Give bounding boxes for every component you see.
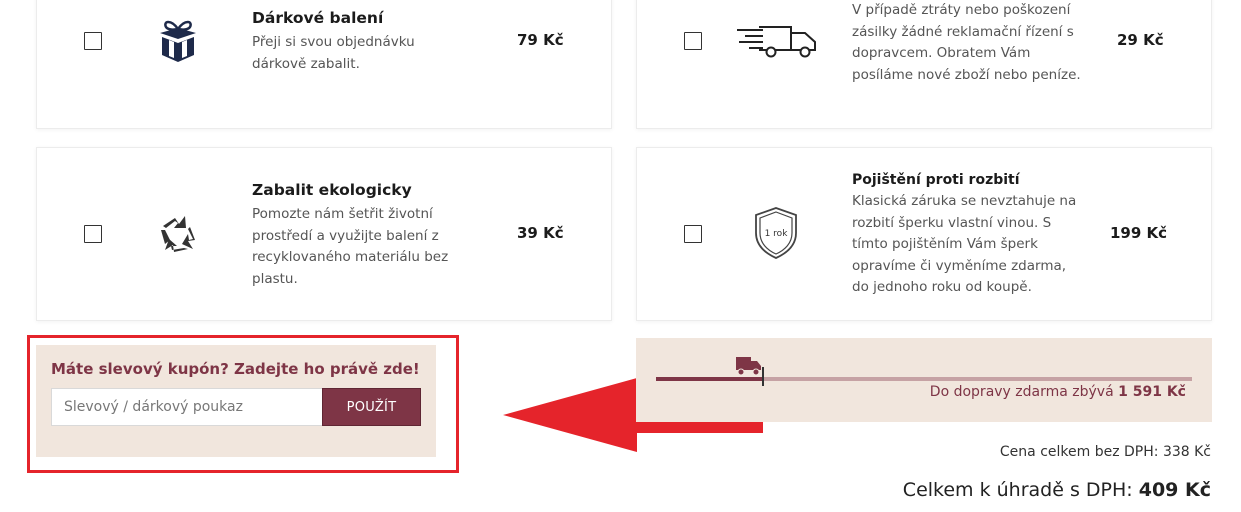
recycle-icon <box>155 212 199 260</box>
breakage-insurance-price: 199 Kč <box>1110 224 1168 242</box>
gift-wrap-description: Přeji si svou objednávku dárkově zabalit… <box>252 34 415 72</box>
eco-wrap-price: 39 Kč <box>517 224 564 242</box>
delivery-truck-icon <box>735 24 819 62</box>
coupon-code-input[interactable] <box>51 388 323 426</box>
total-net-label: Cena celkem bez DPH: <box>999 444 1159 460</box>
total-net-value: 338 Kč <box>1162 444 1211 460</box>
gift-wrap-price: 79 Kč <box>517 31 564 49</box>
apply-coupon-button[interactable]: POUŽÍT <box>322 388 421 426</box>
coupon-heading: Máte slevový kupón? Zadejte ho právě zde… <box>51 360 420 378</box>
shipping-truck-icon <box>735 355 763 381</box>
total-gross-label: Celkem k úhradě s DPH: <box>902 479 1133 501</box>
breakage-insurance-description: Klasická záruka se nevztahuje na rozbití… <box>852 193 1077 295</box>
gift-box-icon <box>157 17 199 67</box>
eco-wrap-title: Zabalit ekologicky <box>252 181 412 199</box>
parcel-guarantee-description: V případě ztráty nebo poškození zásilky … <box>852 2 1081 83</box>
free-shipping-progress-track <box>763 377 1192 381</box>
breakage-insurance-checkbox[interactable] <box>684 225 702 243</box>
total-gross-value: 409 Kč <box>1138 479 1211 501</box>
gift-wrap-checkbox[interactable] <box>84 32 102 50</box>
shield-icon: 1 rok <box>752 206 800 264</box>
parcel-guarantee-checkbox[interactable] <box>684 32 702 50</box>
parcel-guarantee-price: 29 Kč <box>1117 31 1164 49</box>
shield-icon-label: 1 rok <box>765 229 789 239</box>
breakage-insurance-title: Pojištění proti rozbití <box>852 172 1020 188</box>
eco-wrap-description: Pomozte nám šetřit životní prostředí a v… <box>252 206 449 287</box>
total-without-vat: Cena celkem bez DPH: 338 Kč <box>1000 444 1211 460</box>
eco-wrap-checkbox[interactable] <box>84 225 102 243</box>
gift-wrap-title: Dárkové balení <box>252 9 384 27</box>
free-shipping-amount: 1 591 Kč <box>1118 384 1186 400</box>
free-shipping-remaining-text: Do dopravy zdarma zbývá 1 591 Kč <box>930 384 1186 400</box>
total-with-vat: Celkem k úhradě s DPH: 409 Kč <box>903 479 1211 501</box>
free-shipping-label: Do dopravy zdarma zbývá <box>929 384 1114 400</box>
